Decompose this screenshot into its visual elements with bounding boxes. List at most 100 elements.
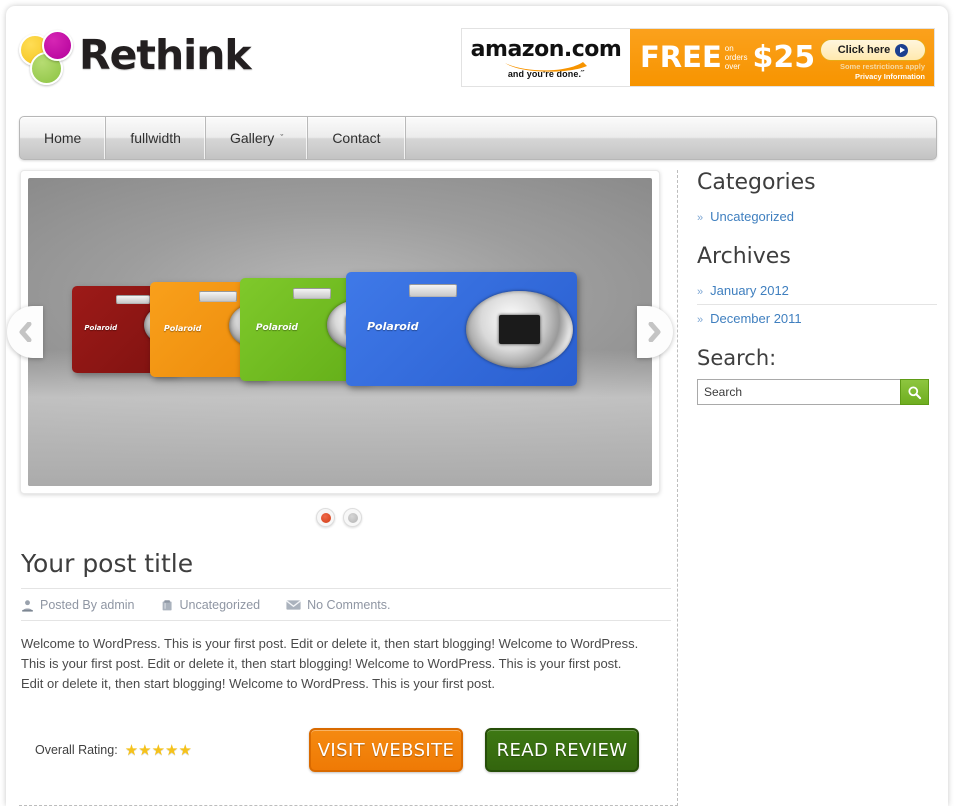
magenta-dot-icon bbox=[42, 30, 73, 61]
star-icon: ★ bbox=[124, 741, 139, 759]
camera-group: Polaroid Polaroid Polaroid Polaroid bbox=[28, 264, 652, 400]
camera-brand-blue: Polaroid bbox=[367, 320, 419, 334]
widget-search: Search: bbox=[697, 346, 937, 405]
amazon-wordmark: amazon.com bbox=[470, 36, 622, 62]
banner-privacy-link[interactable]: Privacy Information bbox=[840, 72, 925, 82]
nav-item-home[interactable]: Home bbox=[20, 117, 107, 159]
page-shell: Rethink amazon.com and you're done.˝ FRE… bbox=[6, 6, 948, 806]
search-form bbox=[697, 379, 929, 405]
camera-flash-icon bbox=[292, 288, 332, 300]
content-wrapper: Polaroid Polaroid Polaroid Polaroid Your… bbox=[7, 170, 937, 806]
categories-title: Categories bbox=[697, 170, 816, 195]
banner-fineprint: Some restrictions apply Privacy Informat… bbox=[840, 62, 925, 82]
post-category[interactable]: Uncategorized bbox=[161, 598, 261, 612]
site-logo[interactable]: Rethink bbox=[19, 27, 252, 85]
banner-free-text: FREE bbox=[640, 40, 722, 74]
sidebar: Categories » Uncategorized Archives » Ja… bbox=[697, 170, 937, 419]
bullet-icon: » bbox=[697, 314, 704, 326]
chevron-down-icon: ˇ bbox=[280, 133, 284, 143]
featured-slider[interactable]: Polaroid Polaroid Polaroid Polaroid bbox=[7, 170, 673, 494]
amazon-brand: amazon bbox=[470, 36, 565, 62]
magnifier-icon bbox=[908, 385, 922, 399]
category-label: Uncategorized bbox=[710, 209, 794, 224]
archives-list: » January 2012 » December 2011 bbox=[697, 277, 937, 332]
slider-dot-1[interactable] bbox=[316, 508, 335, 527]
amazon-logo: amazon.com and you're done.˝ bbox=[462, 29, 630, 86]
search-input[interactable] bbox=[697, 379, 900, 405]
bullet-icon: » bbox=[697, 212, 704, 224]
slider-image: Polaroid Polaroid Polaroid Polaroid bbox=[28, 178, 652, 486]
archive-label: December 2011 bbox=[710, 311, 802, 326]
star-icon: ★ bbox=[178, 741, 192, 759]
visit-website-button[interactable]: VISIT WEBSITE bbox=[309, 728, 463, 772]
banner-over-text: over bbox=[724, 61, 741, 71]
main-column: Polaroid Polaroid Polaroid Polaroid Your… bbox=[7, 170, 678, 806]
search-title: Search: bbox=[697, 346, 777, 370]
nav-item-fullwidth[interactable]: fullwidth bbox=[106, 117, 206, 159]
read-review-button[interactable]: READ REVIEW bbox=[485, 728, 639, 772]
user-icon bbox=[22, 599, 33, 612]
post-comments-label: No Comments. bbox=[307, 598, 391, 612]
post-body: Welcome to WordPress. This is your first… bbox=[21, 636, 639, 691]
amazon-domain: .com bbox=[563, 36, 622, 62]
post-author-label: Posted By admin bbox=[40, 598, 135, 612]
banner-cta-label: Click here bbox=[837, 44, 891, 56]
camera-flash-icon bbox=[116, 294, 151, 305]
slider-dot-2[interactable] bbox=[343, 508, 362, 527]
post-category-label: Uncategorized bbox=[179, 598, 261, 612]
dot-fill-idle bbox=[347, 512, 358, 523]
nav-label-home: Home bbox=[44, 130, 82, 146]
post-title[interactable]: Your post title bbox=[21, 549, 671, 589]
archive-label: January 2012 bbox=[710, 283, 789, 298]
widget-archives: Archives » January 2012 » December 2011 bbox=[697, 244, 937, 332]
categories-list: » Uncategorized bbox=[697, 203, 937, 230]
slider-next-button[interactable] bbox=[637, 306, 673, 358]
envelope-icon bbox=[286, 600, 302, 610]
post-comments[interactable]: No Comments. bbox=[286, 598, 390, 612]
nav-item-contact[interactable]: Contact bbox=[308, 117, 406, 159]
nav-label-fullwidth: fullwidth bbox=[130, 130, 181, 146]
slider-prev-button[interactable] bbox=[7, 306, 43, 358]
post-meta: Posted By admin Uncategorized No Comment… bbox=[21, 589, 671, 621]
bullet-icon: » bbox=[697, 286, 704, 298]
banner-orders-stack: on orders over bbox=[724, 44, 748, 72]
camera-lens-icon bbox=[466, 290, 573, 368]
nav-label-gallery: Gallery bbox=[229, 130, 275, 146]
logo-text: Rethink bbox=[79, 30, 252, 79]
sidebar-item-december-2011[interactable]: » December 2011 bbox=[697, 304, 937, 332]
rating-label: Overall Rating: bbox=[35, 743, 118, 757]
nav-item-gallery[interactable]: Gallery ˇ bbox=[206, 117, 309, 159]
camera-brand-orange: Polaroid bbox=[163, 323, 202, 333]
banner-restrictions: Some restrictions apply bbox=[839, 62, 925, 71]
main-navigation: Home fullwidth Gallery ˇ Contact bbox=[19, 116, 937, 160]
sidebar-item-uncategorized[interactable]: » Uncategorized bbox=[697, 203, 937, 230]
star-icon: ★ bbox=[151, 741, 166, 759]
sidebar-item-january-2012[interactable]: » January 2012 bbox=[697, 277, 937, 304]
star-rating: ★ ★ ★ ★ ★ bbox=[125, 743, 192, 758]
polaroid-camera-blue: Polaroid bbox=[346, 272, 578, 387]
arrow-right-icon bbox=[895, 43, 909, 57]
camera-flash-icon bbox=[199, 291, 238, 302]
star-icon: ★ bbox=[165, 741, 179, 759]
nav-label-contact: Contact bbox=[332, 130, 381, 146]
search-submit-button[interactable] bbox=[900, 379, 929, 405]
camera-brand-red: Polaroid bbox=[84, 324, 118, 333]
camera-flash-icon bbox=[408, 283, 457, 298]
camera-brand-green: Polaroid bbox=[255, 323, 298, 334]
amazon-offer: FREE on orders over $25 Click here Some … bbox=[630, 29, 934, 86]
amazon-smile-icon bbox=[503, 60, 589, 72]
folder-icon bbox=[162, 599, 172, 610]
amazon-banner-ad[interactable]: amazon.com and you're done.˝ FREE on ord… bbox=[461, 28, 935, 87]
post-actions: Overall Rating: ★ ★ ★ ★ ★ VISIT WEBSITE … bbox=[21, 726, 671, 774]
widget-categories: Categories » Uncategorized bbox=[697, 170, 937, 230]
banner-price-text: $25 bbox=[752, 39, 816, 75]
dot-fill-active bbox=[320, 512, 331, 523]
chevron-right-icon bbox=[648, 322, 661, 342]
banner-click-here-button[interactable]: Click here bbox=[820, 39, 926, 61]
overall-rating: Overall Rating: ★ ★ ★ ★ ★ bbox=[35, 743, 192, 758]
logo-mark bbox=[19, 27, 75, 85]
post-article: Your post title Posted By admin Uncatego… bbox=[19, 549, 677, 774]
post-author[interactable]: Posted By admin bbox=[21, 598, 135, 612]
slider-pagination bbox=[19, 508, 659, 527]
archives-title: Archives bbox=[697, 244, 791, 269]
